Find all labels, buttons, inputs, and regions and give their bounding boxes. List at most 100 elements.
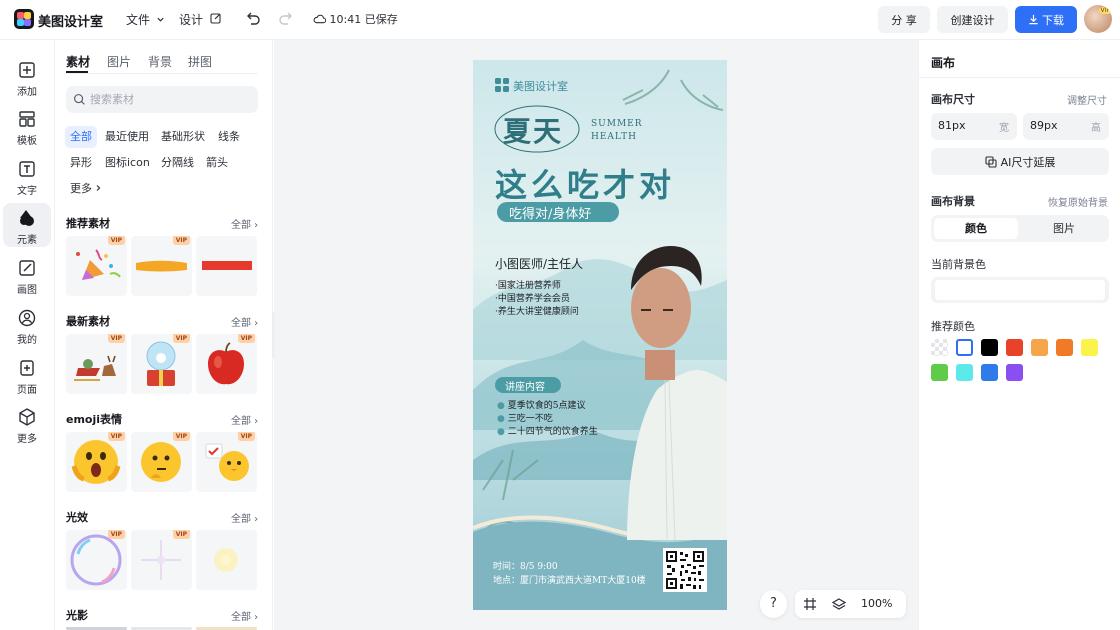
divider bbox=[919, 77, 1120, 78]
vip-badge: VIP bbox=[107, 432, 125, 441]
poster-time: 时间：8/5 9:00 bbox=[493, 562, 558, 572]
poster-tagline-pill: 吃得对/身体好 bbox=[497, 202, 619, 222]
save-status: 10:41 已保存 bbox=[313, 11, 398, 27]
see-all-link[interactable]: 全部 › bbox=[231, 412, 258, 427]
material-glow[interactable] bbox=[196, 530, 257, 590]
material-party-popper[interactable]: VIP bbox=[66, 236, 127, 296]
thinking-emoji-icon bbox=[141, 442, 181, 482]
color-swatch[interactable] bbox=[1081, 339, 1098, 356]
help-button[interactable]: ? bbox=[760, 590, 787, 618]
rail-item-add[interactable]: 添加 bbox=[3, 55, 51, 99]
width-field[interactable]: 81px 宽 bbox=[931, 113, 1017, 140]
color-swatch[interactable] bbox=[931, 364, 948, 381]
rail-item-pages[interactable]: 页面 bbox=[3, 353, 51, 397]
zoom-level[interactable]: 100% bbox=[861, 597, 892, 610]
current-bg-color-field[interactable] bbox=[931, 277, 1109, 303]
ai-extend-button[interactable]: AI尺寸延展 bbox=[931, 148, 1109, 175]
vip-badge: VIP bbox=[172, 334, 190, 343]
rail-item-text[interactable]: 文字 bbox=[3, 154, 51, 198]
poster-title-small: 夏天 bbox=[503, 115, 564, 148]
color-swatch[interactable] bbox=[981, 364, 998, 381]
chip-all[interactable]: 全部 bbox=[65, 126, 97, 148]
material-chick-emoji[interactable]: VIP bbox=[196, 432, 257, 492]
restore-bg-link[interactable]: 恢复原始背景 bbox=[1048, 194, 1108, 209]
tab-materials[interactable]: 素材 bbox=[66, 53, 90, 70]
poster-canvas[interactable]: 美图设计室 夏天 SUMMER HEALTH 这么吃才对 吃得对/身体好 小图医… bbox=[473, 60, 727, 610]
canvas-size-label: 画布尺寸 bbox=[931, 93, 975, 106]
avatar[interactable]: VIP bbox=[1084, 5, 1112, 33]
chevron-down-icon bbox=[157, 17, 164, 22]
panel-title: 画布 bbox=[931, 56, 956, 70]
design-menu[interactable]: 设计 bbox=[179, 11, 222, 28]
color-swatch[interactable] bbox=[1006, 364, 1023, 381]
user-icon bbox=[18, 309, 36, 327]
material-search[interactable] bbox=[66, 86, 258, 113]
see-all-link[interactable]: 全部 › bbox=[231, 608, 258, 623]
bg-tab-color[interactable]: 颜色 bbox=[934, 218, 1018, 239]
rail-label: 元素 bbox=[17, 235, 37, 246]
see-all-label: 全部 bbox=[231, 612, 251, 623]
height-field[interactable]: 89px 高 bbox=[1023, 113, 1109, 140]
material-reindeer-sleigh[interactable]: VIP bbox=[66, 334, 127, 394]
poster-bullet: ·国家注册营养师 bbox=[495, 281, 561, 291]
topic-text: 二十四节气的饮食养生 bbox=[507, 427, 598, 437]
redo-icon[interactable] bbox=[276, 9, 296, 29]
color-swatch[interactable] bbox=[956, 339, 973, 356]
color-swatch[interactable] bbox=[1056, 339, 1073, 356]
section-title: 光影 bbox=[66, 609, 88, 622]
chip-more[interactable]: 更多 bbox=[65, 178, 107, 200]
rail-item-more[interactable]: 更多 bbox=[3, 402, 51, 446]
resize-link[interactable]: 调整尺寸 bbox=[1067, 92, 1107, 107]
material-scared-emoji[interactable]: VIP bbox=[66, 432, 127, 492]
chip-recent[interactable]: 最近使用 bbox=[100, 126, 154, 148]
file-menu[interactable]: 文件 bbox=[126, 11, 165, 28]
see-all-link[interactable]: 全部 › bbox=[231, 216, 258, 231]
tab-images[interactable]: 图片 bbox=[107, 53, 131, 70]
glow-icon bbox=[214, 548, 238, 572]
tab-active-indicator bbox=[66, 71, 88, 73]
poster-topic: ● 三吃一不吃 bbox=[497, 411, 553, 424]
share-button[interactable]: 分 享 bbox=[878, 6, 930, 33]
doctor-photo bbox=[627, 246, 727, 540]
color-swatch[interactable] bbox=[956, 364, 973, 381]
search-input[interactable] bbox=[90, 91, 250, 108]
canvas-toolbar: 100% bbox=[795, 590, 906, 618]
ai-resize-icon bbox=[985, 155, 997, 168]
bg-tab-image[interactable]: 图片 bbox=[1022, 218, 1106, 239]
grid-icon[interactable] bbox=[803, 597, 817, 611]
color-swatch[interactable] bbox=[1006, 339, 1023, 356]
chip-dividers[interactable]: 分隔线 bbox=[156, 152, 199, 174]
rail-item-templates[interactable]: 模板 bbox=[3, 104, 51, 148]
see-all-link[interactable]: 全部 › bbox=[231, 314, 258, 329]
layers-icon[interactable] bbox=[832, 597, 846, 611]
material-orange-stroke[interactable]: VIP bbox=[131, 236, 192, 296]
swatch-transparent[interactable] bbox=[931, 339, 948, 356]
chip-lines[interactable]: 线条 bbox=[213, 126, 245, 148]
material-thinking-emoji[interactable]: VIP bbox=[131, 432, 192, 492]
undo-icon[interactable] bbox=[243, 9, 263, 29]
color-swatch[interactable] bbox=[981, 339, 998, 356]
rail-item-mine[interactable]: 我的 bbox=[3, 303, 51, 347]
color-swatch[interactable] bbox=[1031, 339, 1048, 356]
material-sparkle[interactable]: VIP bbox=[131, 530, 192, 590]
rail-label: 页面 bbox=[17, 385, 37, 396]
tab-collage[interactable]: 拼图 bbox=[188, 53, 212, 70]
chip-irregular[interactable]: 异形 bbox=[65, 152, 97, 174]
material-snow-globe[interactable]: VIP bbox=[131, 334, 192, 394]
chip-icons[interactable]: 图标icon bbox=[100, 152, 155, 174]
rail-item-draw[interactable]: 画图 bbox=[3, 253, 51, 297]
apple-icon bbox=[208, 342, 244, 385]
create-design-button[interactable]: 创建设计 bbox=[937, 6, 1008, 33]
see-all-link[interactable]: 全部 › bbox=[231, 510, 258, 525]
material-apple[interactable]: VIP bbox=[196, 334, 257, 394]
tab-backgrounds[interactable]: 背景 bbox=[148, 53, 172, 70]
chip-arrows[interactable]: 箭头 bbox=[201, 152, 233, 174]
rail-item-elements[interactable]: 元素 bbox=[3, 203, 51, 247]
material-bubble[interactable]: VIP bbox=[66, 530, 127, 590]
chip-basic-shapes[interactable]: 基础形状 bbox=[156, 126, 210, 148]
scared-emoji-icon bbox=[71, 440, 121, 484]
material-red-rectangle[interactable] bbox=[196, 236, 257, 296]
bubble-icon bbox=[70, 534, 122, 586]
download-button[interactable]: 下载 bbox=[1015, 6, 1077, 33]
app-logo-icon[interactable] bbox=[14, 9, 34, 29]
